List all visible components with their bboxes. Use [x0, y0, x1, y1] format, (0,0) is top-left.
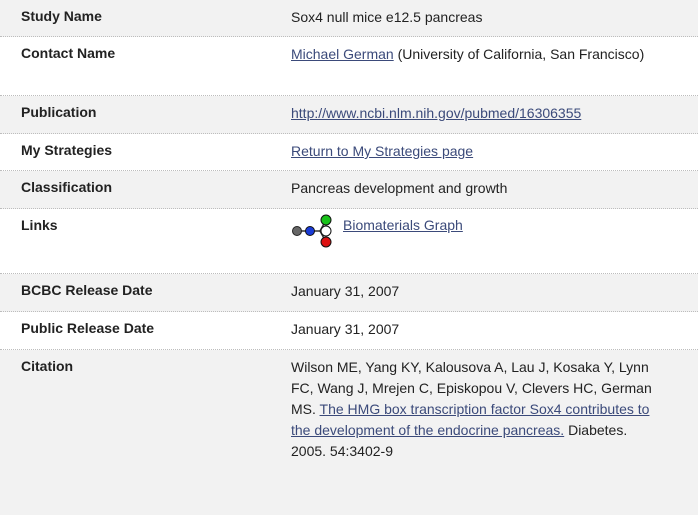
citation-label: Citation: [21, 358, 74, 374]
links-label: Links: [21, 217, 58, 233]
my-strategies-value: Return to My Strategies page: [291, 134, 677, 170]
contact-name-value: Michael German (University of California…: [291, 37, 677, 95]
publication-value: http://www.ncbi.nlm.nih.gov/pubmed/16306…: [291, 96, 677, 133]
bcbc-release-date-value: January 31, 2007: [291, 283, 400, 299]
biomaterials-graph-link[interactable]: Biomaterials Graph: [343, 217, 463, 233]
study-name-value: Sox4 null mice e12.5 pancreas: [291, 9, 483, 25]
study-details-table: Study Name Sox4 null mice e12.5 pancreas…: [0, 0, 698, 515]
contact-name-link[interactable]: Michael German: [291, 46, 394, 62]
citation-value: Wilson ME, Yang KY, Kalousova A, Lau J, …: [291, 350, 663, 515]
row-links: Links Biomaterials Graph: [0, 209, 698, 274]
return-to-strategies-link[interactable]: Return to My Strategies page: [291, 143, 473, 159]
bcbc-release-date-label: BCBC Release Date: [21, 282, 153, 298]
row-publication: Publication http://www.ncbi.nlm.nih.gov/…: [0, 96, 698, 134]
publication-link[interactable]: http://www.ncbi.nlm.nih.gov/pubmed/16306…: [291, 105, 581, 121]
row-my-strategies: My Strategies Return to My Strategies pa…: [0, 134, 698, 171]
links-value: Biomaterials Graph: [291, 209, 677, 273]
row-study-name: Study Name Sox4 null mice e12.5 pancreas: [0, 0, 698, 37]
row-bcbc-release-date: BCBC Release Date January 31, 2007: [0, 274, 698, 312]
classification-label: Classification: [21, 179, 113, 195]
row-public-release-date: Public Release Date January 31, 2007: [0, 312, 698, 350]
public-release-date-label: Public Release Date: [21, 320, 155, 336]
row-citation: Citation Wilson ME, Yang KY, Kalousova A…: [0, 350, 698, 515]
study-name-label: Study Name: [21, 8, 102, 24]
contact-name-label: Contact Name: [21, 45, 116, 61]
publication-label: Publication: [21, 104, 97, 120]
row-contact-name: Contact Name Michael German (University …: [0, 37, 698, 96]
row-classification: Classification Pancreas development and …: [0, 171, 698, 209]
public-release-date-value: January 31, 2007: [291, 321, 400, 337]
classification-value: Pancreas development and growth: [291, 180, 508, 196]
my-strategies-label: My Strategies: [21, 142, 113, 158]
contact-affiliation: (University of California, San Francisco…: [393, 46, 645, 62]
biomaterials-graph-icon[interactable]: [291, 213, 341, 249]
